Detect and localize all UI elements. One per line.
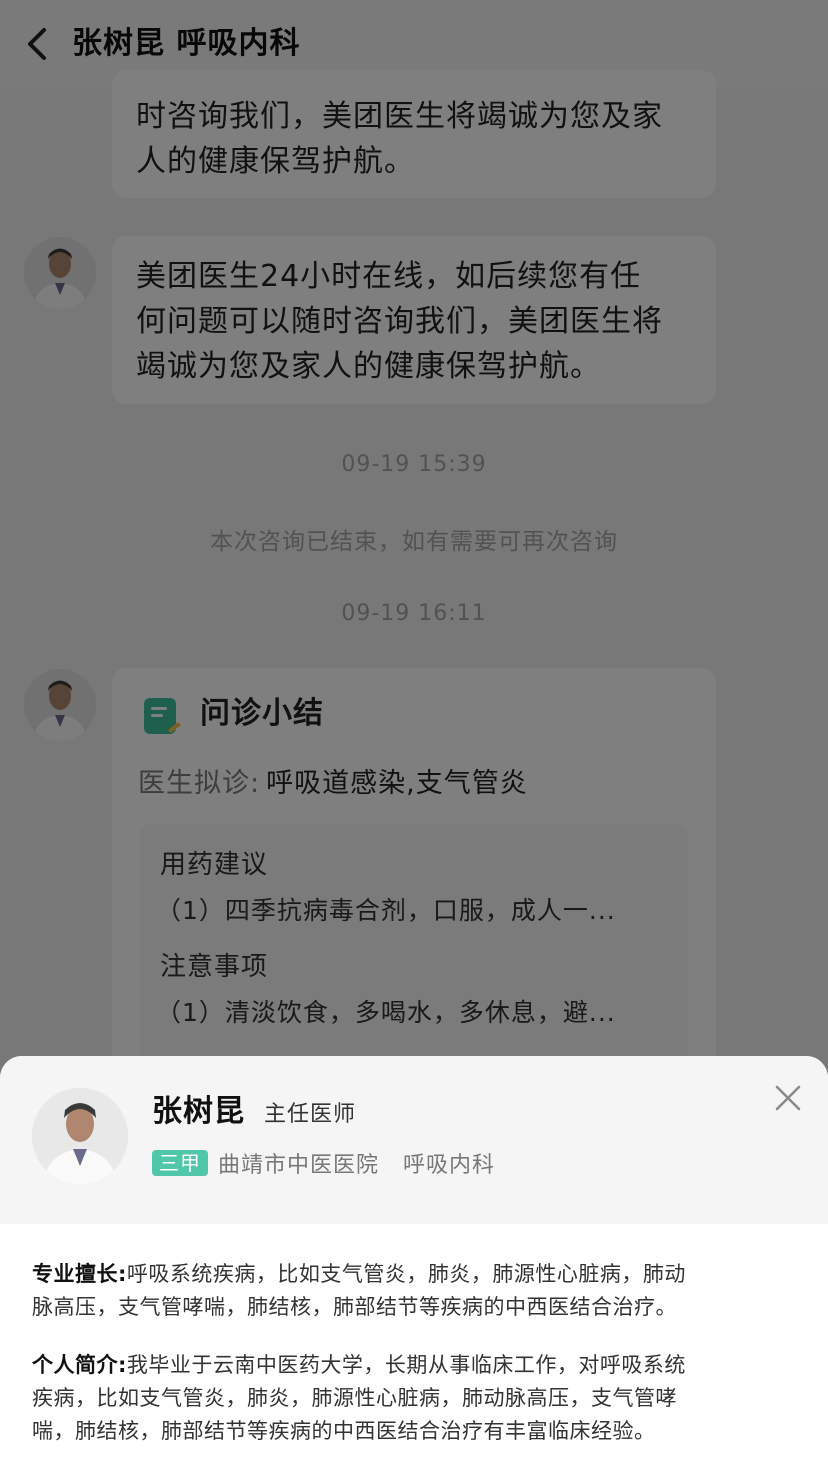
bio-label: 个人简介: [32,1353,127,1377]
bio-text: 我毕业于云南中医药大学，长期从事临床工作，对呼吸系统 [126,1353,686,1377]
doctor-photo [32,1088,128,1184]
specialty-section: 专业擅长:呼吸系统疾病，比如支气管炎，肺炎，肺源性心脏病，肺动 脉高压，支气管哮… [32,1258,802,1324]
close-button[interactable] [770,1080,806,1116]
bio-text: 喘，肺结核，肺部结节等疾病的中西医结合治疗有丰富临床经验。 [32,1419,656,1443]
doctor-title: 主任医师 [264,1102,357,1127]
bio-section: 个人简介:我毕业于云南中医药大学，长期从事临床工作，对呼吸系统 疾病，比如支气管… [32,1349,802,1448]
department-name: 呼吸内科 [403,1153,496,1178]
hospital-grade-badge: 三甲 [152,1150,208,1176]
bio-text: 疾病，比如支气管炎，肺炎，肺源性心脏病，肺动脉高压，支气管哮 [32,1386,677,1410]
specialty-label: 专业擅长: [32,1262,127,1286]
hospital-name: 曲靖市中医医院 [218,1153,380,1178]
specialty-line: 专业擅长:呼吸系统疾病，比如支气管炎，肺炎，肺源性心脏病，肺动 [32,1258,802,1291]
specialty-text: 呼吸系统疾病，比如支气管炎，肺炎，肺源性心脏病，肺动 [126,1262,686,1286]
bio-line: 个人简介:我毕业于云南中医药大学，长期从事临床工作，对呼吸系统 [32,1349,802,1382]
hospital-row: 三甲 曲靖市中医医院 呼吸内科 [152,1148,495,1178]
avatar-image [32,1088,128,1184]
doctor-name: 张树昆 [152,1094,245,1129]
doctor-profile-sheet: 张树昆 主任医师 三甲 曲靖市中医医院 呼吸内科 专业擅长:呼吸系统疾病，比如支… [0,1056,828,1461]
close-icon [775,1085,801,1111]
sheet-header: 张树昆 主任医师 三甲 曲靖市中医医院 呼吸内科 [0,1056,828,1224]
specialty-text: 脉高压，支气管哮喘，肺结核，肺部结节等疾病的中西医结合治疗。 [32,1295,677,1319]
